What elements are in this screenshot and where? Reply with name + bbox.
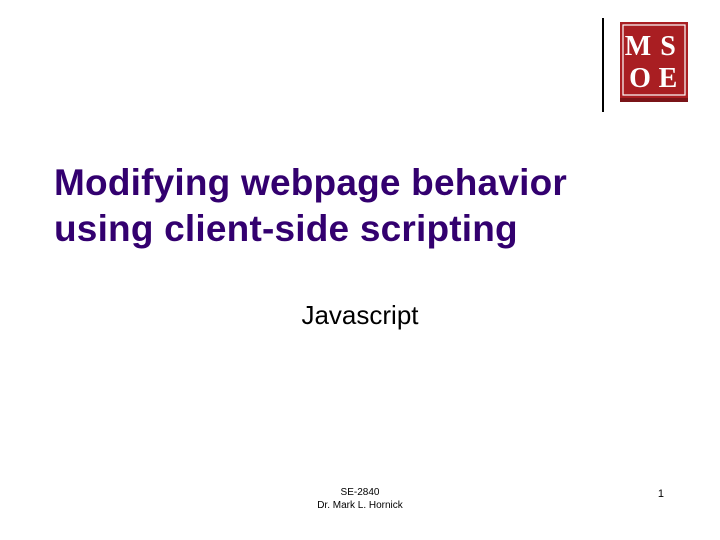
logo-letter-s: S [660,31,676,62]
logo-area: M S O E [602,18,688,112]
page-number: 1 [658,488,664,500]
logo-letter-o: O [629,63,651,94]
msoe-logo: M S O E [620,22,688,102]
logo-letter-e: E [659,63,678,94]
footer-course: SE-2840 [0,486,720,499]
logo-divider [602,18,604,112]
slide-title: Modifying webpage behavior using client-… [54,160,660,253]
slide: M S O E Modifying webpage behavior using… [0,0,720,540]
footer-instructor: Dr. Mark L. Hornick [0,499,720,512]
slide-footer: SE-2840 Dr. Mark L. Hornick [0,486,720,512]
slide-subtitle: Javascript [0,300,720,331]
logo-letter-m: M [625,31,651,62]
